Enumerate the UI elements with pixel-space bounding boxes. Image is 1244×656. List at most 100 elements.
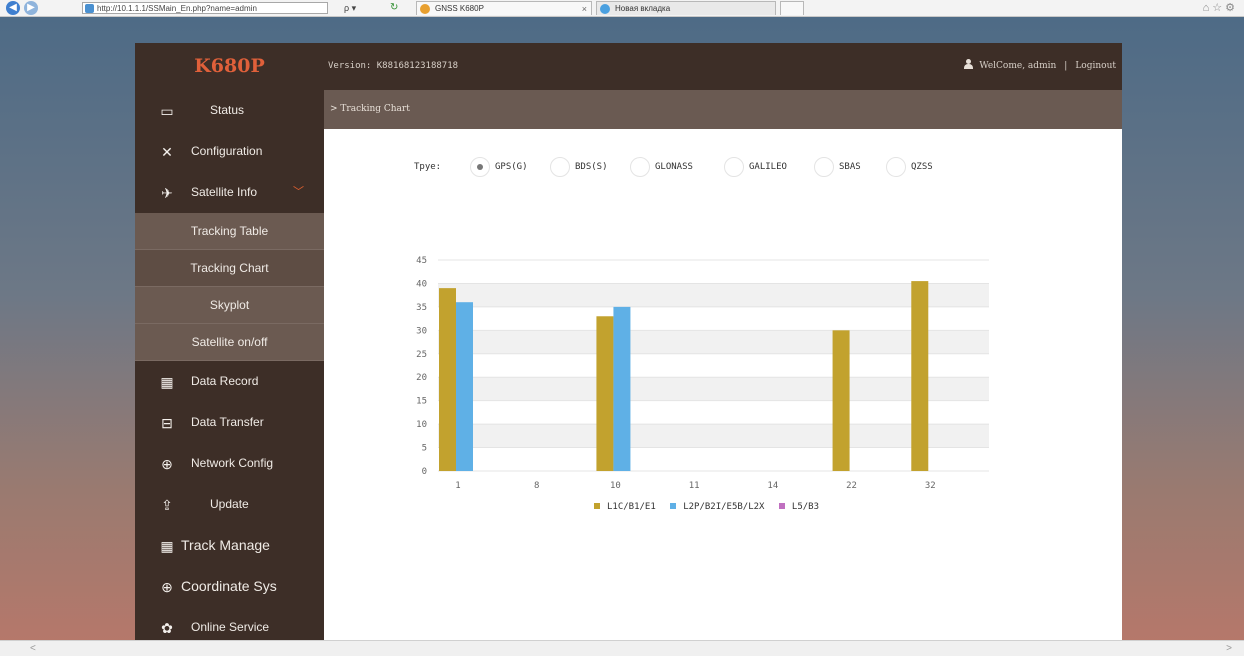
chevron-down-icon: ﹀ — [293, 186, 304, 198]
submenu-tracking-chart[interactable]: Tracking Chart — [135, 250, 324, 287]
scroll-right-icon[interactable]: > — [1226, 641, 1232, 656]
sidebar-item-label: Status — [210, 103, 245, 117]
radio-circle[interactable] — [886, 157, 906, 177]
sidebar-item-label: Configuration — [191, 144, 263, 158]
search-dropdown[interactable]: ρ ▾ — [344, 2, 384, 14]
tab-label: GNSS K680P — [435, 4, 484, 13]
submenu-skyplot[interactable]: Skyplot — [135, 287, 324, 324]
browser-toolbar: ◀ ▶ http://10.1.1.1/SSMain_En.php?name=a… — [0, 0, 1244, 17]
bar-L1C/B1/E1-10[interactable] — [596, 316, 614, 471]
sidebar-item-data-transfer[interactable]: ⊟ Data Transfer — [135, 402, 324, 443]
legend-item-l2[interactable]: L2P/B2I/E5B/L2X — [670, 502, 764, 512]
sidebar-item-update[interactable]: ⇪ Update — [135, 484, 324, 525]
calendar-icon: ▦ — [160, 374, 174, 390]
grid-band — [438, 424, 989, 448]
y-tick-label: 40 — [416, 279, 427, 289]
x-tick-label: 10 — [610, 481, 621, 490]
legend-label: L1C/B1/E1 — [607, 502, 656, 512]
legend-label: L5/B3 — [791, 502, 819, 512]
tab-label: Новая вкладка — [615, 4, 671, 13]
back-icon[interactable]: ◀ — [6, 1, 20, 15]
y-tick-label: 10 — [416, 420, 427, 430]
breadcrumb-text: > Tracking Chart — [330, 104, 410, 114]
tracking-chart: 0 5 10 15 20 25 30 35 40 45 1 8 10 11 14 22 32 — [416, 256, 989, 490]
sidebar: K680P ▭ Status ✕ Configuration ✈ Satelli… — [135, 43, 324, 640]
tab-new[interactable]: Новая вкладка — [596, 1, 776, 15]
sidebar-item-coordinate-sys[interactable]: ⊕ Coordinate Sys — [135, 566, 324, 607]
sidebar-item-configuration[interactable]: ✕ Configuration — [135, 131, 324, 172]
y-tick-label: 15 — [416, 397, 427, 407]
y-tick-label: 5 — [422, 444, 427, 454]
app-logo: K680P — [194, 55, 265, 77]
y-tick-label: 20 — [416, 373, 427, 383]
radio-label: GALILEO — [749, 162, 787, 172]
x-tick-label: 14 — [767, 481, 778, 490]
radio-label: GPS(G) — [495, 162, 528, 172]
divider: | — [1064, 61, 1068, 71]
user-box: WelCome, admin | Loginout — [964, 43, 1116, 90]
x-tick-label: 32 — [925, 481, 936, 490]
grid-band — [438, 330, 989, 354]
bar-L2P/B2I/E5B/L2X-1[interactable] — [456, 302, 473, 471]
breadcrumb: > Tracking Chart — [324, 90, 1122, 129]
y-tick-label: 35 — [416, 303, 427, 313]
calendar-icon: ▦ — [160, 538, 174, 554]
tab-favicon-icon — [420, 4, 430, 14]
legend-swatch — [778, 503, 785, 509]
x-tick-label: 1 — [455, 481, 460, 490]
radio-label: GLONASS — [655, 162, 693, 172]
service-icon: ✿ — [161, 620, 173, 636]
bar-L1C/B1/E1-22[interactable] — [832, 330, 850, 471]
new-tab-button[interactable] — [780, 1, 804, 15]
sidebar-item-track-manage[interactable]: ▦ Track Manage — [135, 525, 324, 566]
radio-circle[interactable] — [814, 157, 834, 177]
radio-circle[interactable] — [550, 157, 570, 177]
sidebar-item-label: Track Manage — [181, 537, 270, 553]
sidebar-item-satellite-info[interactable]: ✈ Satellite Info ﹀ — [135, 172, 324, 213]
version-text: Version: K88168123188718 — [328, 61, 459, 71]
address-bar[interactable]: http://10.1.1.1/SSMain_En.php?name=admin — [82, 2, 328, 14]
radio-circle[interactable] — [630, 157, 650, 177]
globe-icon: ⊕ — [161, 579, 173, 595]
page-favicon-icon — [85, 4, 94, 13]
legend-swatch — [594, 503, 600, 509]
x-tick-label: 11 — [689, 481, 700, 490]
main-content: > Tracking Chart Tpye: GPS(G) BDS(S) GLO… — [324, 90, 1122, 640]
y-tick-label: 0 — [422, 467, 427, 477]
satellite-icon: ✈ — [161, 185, 173, 201]
sidebar-item-label: Data Transfer — [191, 415, 264, 429]
radio-circle[interactable] — [724, 157, 744, 177]
upload-icon: ⇪ — [161, 497, 173, 513]
submenu-tracking-table[interactable]: Tracking Table — [135, 213, 324, 250]
radio-circle[interactable] — [470, 157, 490, 177]
y-tick-label: 30 — [416, 326, 427, 336]
sidebar-item-network-config[interactable]: ⊕ Network Config — [135, 443, 324, 484]
tab-close-icon[interactable]: × — [582, 2, 587, 16]
tab-gnss[interactable]: GNSS K680P × — [416, 1, 592, 15]
address-text: http://10.1.1.1/SSMain_En.php?name=admin — [97, 4, 257, 13]
radio-label: SBAS — [839, 162, 861, 172]
bar-L2P/B2I/E5B/L2X-10[interactable] — [613, 306, 631, 471]
sidebar-menu: ▭ Status ✕ Configuration ✈ Satellite Inf… — [135, 90, 324, 648]
user-icon — [964, 59, 974, 69]
browser-tool-icons[interactable]: ⌂☆⚙ — [1203, 1, 1238, 14]
legend-item-l5[interactable]: L5/B3 — [778, 502, 819, 512]
grid-band — [438, 377, 989, 401]
submenu-satellite-onoff[interactable]: Satellite on/off — [135, 324, 324, 361]
sidebar-item-label: Network Config — [191, 456, 274, 470]
refresh-icon[interactable]: ↻ — [390, 2, 398, 13]
tools-icon: ✕ — [161, 144, 173, 160]
horizontal-scrollbar[interactable]: < > — [0, 640, 1244, 656]
x-tick-label: 22 — [846, 481, 857, 490]
sidebar-item-status[interactable]: ▭ Status — [135, 90, 324, 131]
sidebar-item-data-record[interactable]: ▦ Data Record — [135, 361, 324, 402]
scroll-left-icon[interactable]: < — [30, 641, 36, 656]
sidebar-item-label: Data Record — [191, 374, 259, 388]
legend-item-l1[interactable]: L1C/B1/E1 — [594, 502, 656, 512]
bar-L1C/B1/E1-1[interactable] — [439, 288, 456, 471]
bar-L1C/B1/E1-32[interactable] — [911, 281, 929, 471]
sidebar-item-label: Update — [210, 497, 249, 511]
forward-icon[interactable]: ▶ — [24, 1, 38, 15]
legend-label: L2P/B2I/E5B/L2X — [683, 502, 765, 512]
logout-link[interactable]: Loginout — [1075, 61, 1116, 71]
